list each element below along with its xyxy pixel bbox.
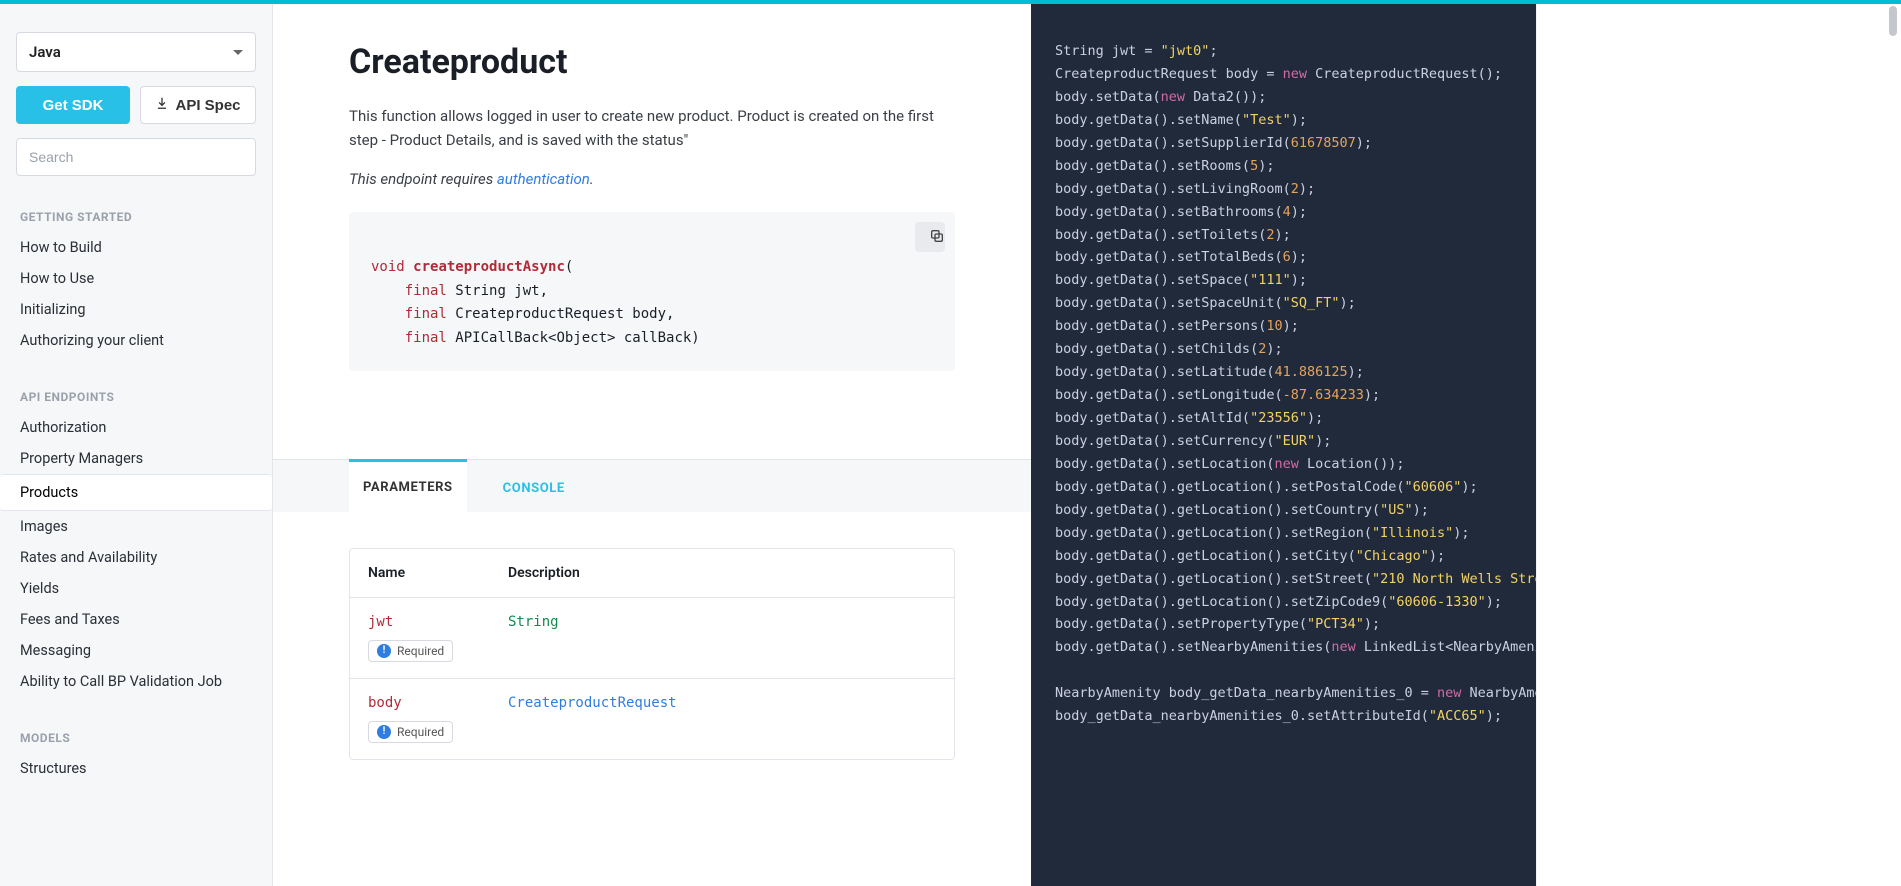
- sidebar-item-how-to-use[interactable]: How to Use: [16, 263, 256, 294]
- download-icon: [155, 96, 169, 114]
- signature-code-block: void createproductAsync( final String jw…: [349, 212, 955, 371]
- api-spec-button[interactable]: API Spec: [140, 86, 256, 124]
- col-header-name: Name: [368, 565, 508, 581]
- info-icon: !: [377, 725, 391, 739]
- sidebar-item-ability-to-call-bp-validation-job[interactable]: Ability to Call BP Validation Job: [16, 666, 256, 697]
- parameters-section: Name Description jwt String !Required body C…: [273, 512, 1031, 800]
- required-badge: !Required: [368, 721, 453, 743]
- tab-console[interactable]: CONSOLE: [503, 460, 565, 512]
- code-example-pane: String jwt = "jwt0"; CreateproductReques…: [1031, 0, 1536, 886]
- doc-column: Createproduct This function allows logge…: [273, 0, 1031, 886]
- sidebar-item-initializing[interactable]: Initializing: [16, 294, 256, 325]
- sidebar-item-fees-and-taxes[interactable]: Fees and Taxes: [16, 604, 256, 635]
- sidebar-item-how-to-build[interactable]: How to Build: [16, 232, 256, 263]
- sidebar-item-authorization[interactable]: Authorization: [16, 412, 256, 443]
- authentication-link[interactable]: authentication: [497, 170, 590, 188]
- param-type[interactable]: CreateproductRequest: [508, 695, 677, 711]
- sidebar-item-products[interactable]: Products: [0, 474, 272, 511]
- language-selector[interactable]: Java: [16, 32, 256, 72]
- param-type: String: [508, 614, 559, 630]
- param-name: jwt: [368, 614, 393, 630]
- parameters-table: Name Description jwt String !Required body C…: [349, 548, 955, 760]
- sidebar-item-yields[interactable]: Yields: [16, 573, 256, 604]
- chevron-down-icon: [233, 50, 243, 55]
- param-row-jwt: jwt String !Required: [350, 598, 954, 679]
- section-api-endpoints: API ENDPOINTS: [16, 390, 256, 404]
- param-name: body: [368, 695, 402, 711]
- sidebar-item-property-managers[interactable]: Property Managers: [16, 443, 256, 474]
- copy-icon: [915, 213, 946, 262]
- page-title: Createproduct: [349, 42, 955, 82]
- copy-button[interactable]: [915, 222, 945, 252]
- sidebar-item-structures[interactable]: Structures: [16, 753, 256, 784]
- description: This function allows logged in user to c…: [349, 104, 955, 152]
- section-getting-started: GETTING STARTED: [16, 210, 256, 224]
- section-models: MODELS: [16, 731, 256, 745]
- get-sdk-button[interactable]: Get SDK: [16, 86, 130, 124]
- scrollbar-thumb[interactable]: [1889, 6, 1897, 36]
- info-icon: !: [377, 644, 391, 658]
- param-row-body: body CreateproductRequest !Required: [350, 679, 954, 759]
- sidebar-item-messaging[interactable]: Messaging: [16, 635, 256, 666]
- sidebar-item-rates-and-availability[interactable]: Rates and Availability: [16, 542, 256, 573]
- right-gutter: [1536, 0, 1901, 886]
- col-header-desc: Description: [508, 565, 936, 581]
- tabs-container: PARAMETERS CONSOLE: [273, 459, 1031, 512]
- required-badge: !Required: [368, 640, 453, 662]
- main: Createproduct This function allows logge…: [273, 0, 1901, 886]
- sidebar: Java Get SDK API Spec GETTING STARTED Ho…: [0, 0, 273, 886]
- search-input[interactable]: [16, 138, 256, 176]
- tab-parameters[interactable]: PARAMETERS: [349, 459, 467, 512]
- sidebar-item-authorizing-your-client[interactable]: Authorizing your client: [16, 325, 256, 356]
- top-accent-bar: [0, 0, 1901, 4]
- auth-note: This endpoint requires authentication.: [349, 170, 955, 188]
- sidebar-item-images[interactable]: Images: [16, 511, 256, 542]
- language-selected: Java: [29, 43, 61, 61]
